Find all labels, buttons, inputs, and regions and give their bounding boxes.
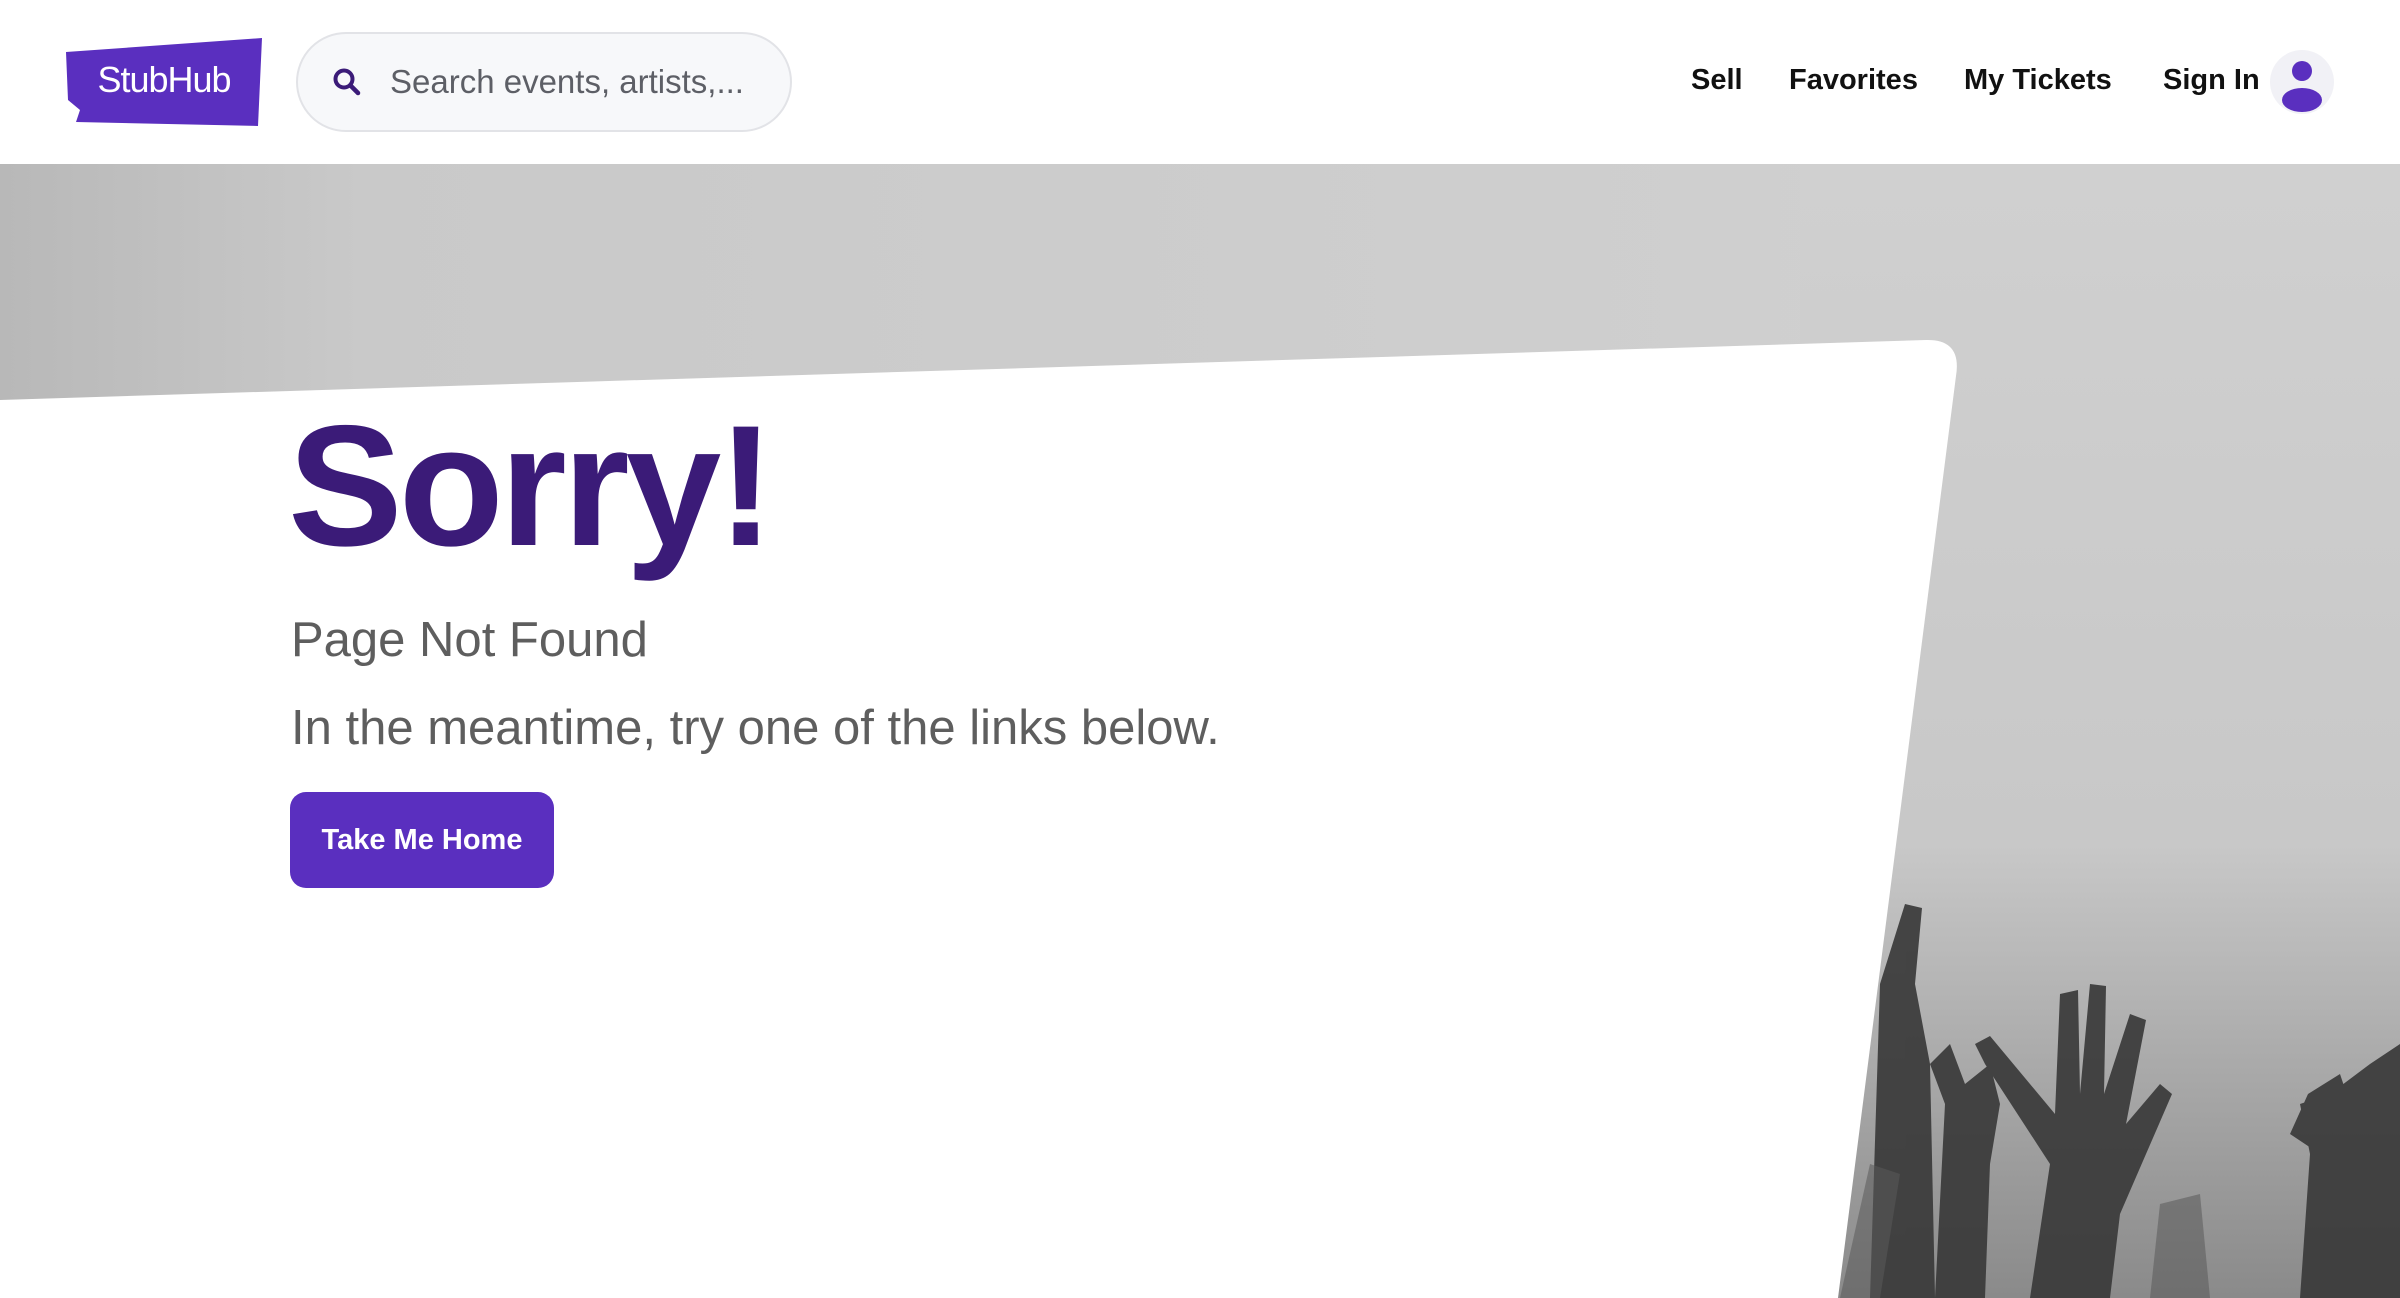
logo-text: StubHub — [97, 59, 231, 100]
nav-my-tickets[interactable]: My Tickets — [1964, 64, 2112, 97]
search-icon[interactable] — [332, 64, 362, 100]
error-title: Sorry! — [288, 390, 775, 582]
take-me-home-button[interactable]: Take Me Home — [290, 792, 554, 888]
user-icon — [2282, 61, 2322, 112]
site-header: StubHub Sell Favorites My Tickets Sign I… — [0, 0, 2400, 164]
search-bar[interactable] — [296, 32, 792, 132]
stubhub-logo[interactable]: StubHub — [64, 38, 264, 126]
user-avatar[interactable] — [2270, 50, 2334, 114]
search-input[interactable] — [390, 52, 790, 112]
error-subtitle: Page Not Found — [291, 613, 648, 667]
nav-sell[interactable]: Sell — [1691, 64, 1743, 97]
nav-favorites[interactable]: Favorites — [1789, 64, 1918, 97]
nav-sign-in[interactable]: Sign In — [2163, 64, 2260, 97]
error-message: In the meantime, try one of the links be… — [291, 701, 1220, 755]
